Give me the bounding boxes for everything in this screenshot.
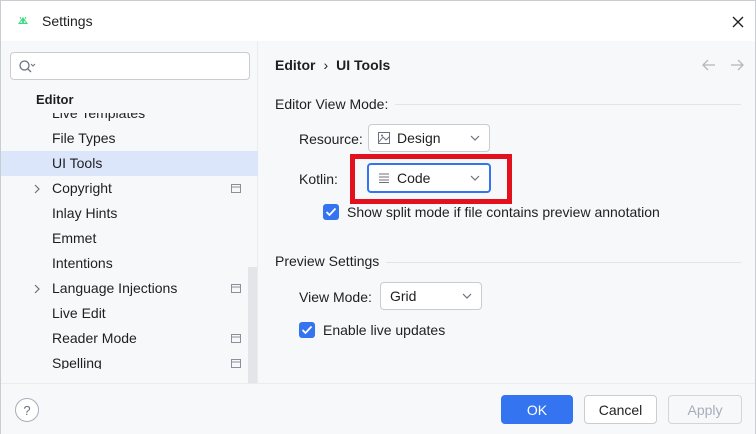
sidebar-item-spelling[interactable]: Spelling — [1, 351, 258, 369]
live-updates-option[interactable]: Enable live updates — [299, 322, 445, 338]
view-mode-label: View Mode: — [299, 289, 372, 305]
breadcrumb: Editor › UI Tools — [275, 57, 390, 73]
sidebar-item-language-injections[interactable]: Language Injections — [1, 276, 258, 301]
sidebar-item-live-edit[interactable]: Live Edit — [1, 301, 258, 326]
sidebar-item-label: Emmet — [52, 230, 97, 246]
checkmark-icon — [325, 207, 337, 217]
sidebar-item-label: Intentions — [52, 255, 113, 271]
breadcrumb-separator: › — [323, 57, 329, 73]
kotlin-label: Kotlin: — [299, 171, 338, 187]
sidebar-item-label: UI Tools — [52, 155, 103, 171]
split-mode-label: Show split mode if file contains preview… — [347, 204, 660, 220]
help-button[interactable]: ? — [15, 398, 39, 422]
sidebar-item-label: Inlay Hints — [52, 205, 118, 221]
editor-view-mode-title: Editor View Mode: — [275, 96, 389, 112]
resource-dropdown[interactable]: Design — [368, 124, 490, 152]
chevron-down-icon — [462, 293, 472, 299]
settings-content: Editor › UI Tools Editor View Mode: Reso… — [259, 41, 755, 383]
preview-settings-title: Preview Settings — [275, 253, 380, 269]
design-icon — [378, 132, 390, 144]
settings-search[interactable] — [10, 52, 250, 80]
title-bar: Settings — [1, 1, 755, 41]
sidebar-item-label: Language Injections — [52, 280, 178, 296]
project-scope-icon — [231, 359, 241, 368]
split-mode-checkbox[interactable] — [323, 204, 339, 220]
chevron-down-icon — [470, 135, 480, 141]
breadcrumb-parent[interactable]: Editor — [275, 57, 315, 73]
sidebar-item-label: Copyright — [52, 180, 112, 196]
sidebar-item-label: File Types — [52, 130, 116, 146]
view-mode-value: Grid — [390, 288, 417, 304]
sidebar-scrollbar[interactable] — [248, 267, 257, 383]
breadcrumb-current: UI Tools — [336, 57, 391, 73]
apply-button[interactable]: Apply — [668, 395, 742, 424]
android-studio-icon — [18, 16, 28, 24]
resource-value: Design — [397, 130, 441, 146]
close-icon[interactable] — [727, 11, 749, 33]
sidebar-item-intentions[interactable]: Intentions — [1, 251, 258, 276]
view-mode-dropdown[interactable]: Grid — [380, 282, 482, 310]
chevron-right-icon[interactable] — [33, 284, 41, 294]
sidebar-item-reader-mode[interactable]: Reader Mode — [1, 326, 258, 351]
history-navigation — [701, 59, 745, 71]
cancel-button[interactable]: Cancel — [584, 395, 657, 424]
settings-dialog: Settings Editor Live Templates File Type… — [0, 0, 756, 434]
sidebar-item-label: Spelling — [52, 355, 102, 369]
forward-arrow-icon[interactable] — [729, 59, 745, 71]
project-scope-icon — [231, 184, 241, 193]
live-updates-checkbox[interactable] — [299, 322, 315, 338]
checkmark-icon — [301, 325, 313, 335]
ok-button[interactable]: OK — [501, 395, 573, 424]
resource-label: Resource: — [299, 131, 363, 147]
sidebar-item-file-types[interactable]: File Types — [1, 126, 258, 151]
sidebar-item-label: Reader Mode — [52, 330, 137, 346]
section-divider — [395, 104, 741, 105]
settings-sidebar: Editor Live Templates File Types UI Tool… — [1, 41, 258, 383]
sidebar-item-copyright[interactable]: Copyright — [1, 176, 258, 201]
sidebar-item-emmet[interactable]: Emmet — [1, 226, 258, 251]
project-scope-icon — [231, 334, 241, 343]
tree-group-editor[interactable]: Editor — [36, 92, 74, 107]
dialog-footer: ? OK Cancel Apply — [1, 383, 755, 434]
chevron-right-icon[interactable] — [33, 184, 41, 194]
live-updates-label: Enable live updates — [323, 322, 446, 338]
back-arrow-icon[interactable] — [701, 59, 717, 71]
settings-tree: Live Templates File Types UI Tools Copyr… — [1, 113, 258, 369]
section-divider — [386, 262, 741, 263]
sidebar-item-ui-tools[interactable]: UI Tools — [1, 151, 258, 176]
annotation-highlight — [350, 154, 512, 204]
sidebar-item-inlay-hints[interactable]: Inlay Hints — [1, 201, 258, 226]
search-input[interactable] — [41, 56, 241, 76]
split-mode-option[interactable]: Show split mode if file contains preview… — [323, 204, 660, 220]
search-icon — [19, 60, 36, 73]
sidebar-item-label: Live Templates — [52, 113, 146, 121]
sidebar-item-live-templates[interactable]: Live Templates — [1, 113, 258, 126]
window-title: Settings — [42, 13, 93, 29]
project-scope-icon — [231, 284, 241, 293]
sidebar-item-label: Live Edit — [52, 305, 106, 321]
